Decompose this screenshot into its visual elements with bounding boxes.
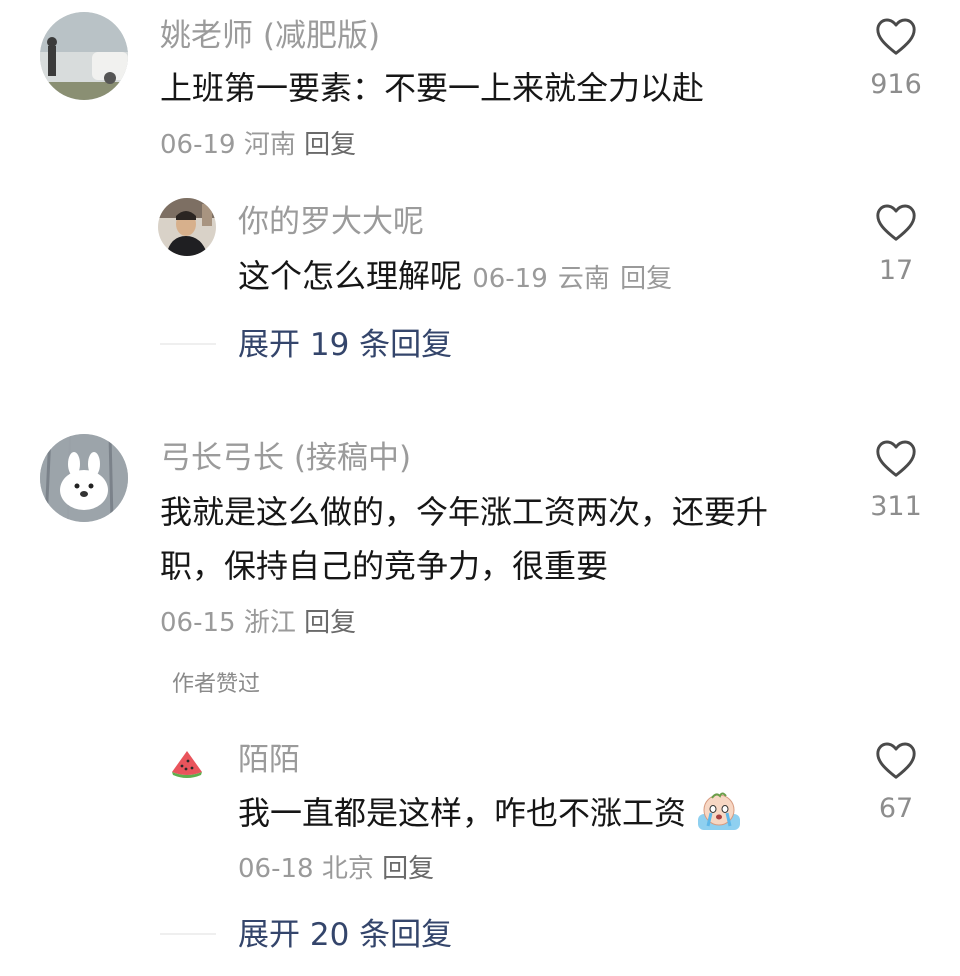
- like-count: 916: [870, 69, 922, 100]
- reply-text-row: 我一直都是这样，咋也不涨工资: [238, 790, 742, 835]
- avatar[interactable]: [40, 434, 128, 522]
- like-count: 17: [878, 255, 914, 286]
- reply-username[interactable]: 你的罗大大呢: [238, 202, 424, 242]
- like-button[interactable]: 916: [856, 16, 936, 102]
- heart-icon: [876, 440, 916, 477]
- comment-location: 河南: [243, 130, 296, 160]
- comment-date: 06-19: [160, 130, 236, 160]
- reply-text: 这个怎么理解呢: [238, 257, 463, 295]
- like-count: 311: [870, 491, 922, 522]
- heart-icon: [876, 18, 916, 55]
- like-count: 67: [878, 793, 914, 824]
- reply-date: 06-18: [238, 854, 314, 884]
- reply-button[interactable]: 回复: [304, 608, 356, 638]
- reply-button[interactable]: 回复: [382, 854, 434, 884]
- author-liked-badge: 作者赞过: [172, 672, 261, 697]
- reply-button[interactable]: 回复: [304, 130, 356, 160]
- avatar[interactable]: [158, 198, 216, 256]
- comment-location: 浙江: [243, 608, 296, 638]
- avatar[interactable]: [40, 12, 128, 100]
- reply-text-row: 这个怎么理解呢 06-19 云南 回复: [238, 254, 672, 301]
- avatar[interactable]: [170, 748, 204, 778]
- expand-replies-button[interactable]: 展开 20 条回复: [238, 915, 452, 955]
- like-button[interactable]: 67: [856, 740, 936, 826]
- divider: [160, 933, 216, 935]
- comment-username[interactable]: 姚老师 (减肥版): [160, 16, 380, 56]
- expand-replies-button[interactable]: 展开 19 条回复: [238, 325, 452, 365]
- comment-text-line-2: 职，保持自己的竞争力，很重要: [160, 547, 609, 585]
- crying-emoji-icon: [696, 790, 742, 832]
- comment-meta: 06-19 河南 回复: [160, 128, 356, 162]
- reply-text: 我一直都是这样，咋也不涨工资: [238, 794, 687, 832]
- heart-icon: [876, 204, 916, 241]
- reply-location: 北京: [321, 854, 374, 884]
- reply-username[interactable]: 陌陌: [238, 740, 300, 780]
- comment-meta: 06-15 浙江 回复: [160, 606, 356, 640]
- comment-date: 06-15: [160, 608, 236, 638]
- reply-meta: 06-18 北京 回复: [238, 852, 434, 886]
- reply-date: 06-19: [472, 264, 548, 294]
- heart-icon: [876, 742, 916, 779]
- reply-location: 云南: [557, 264, 610, 294]
- like-button[interactable]: 311: [856, 438, 936, 524]
- comment-text-line-1: 我就是这么做的，今年涨工资两次，还要升: [160, 493, 769, 531]
- divider: [160, 343, 216, 345]
- reply-button[interactable]: 回复: [620, 264, 672, 294]
- watermelon-icon: [172, 751, 202, 778]
- comment-text: 上班第一要素：不要一上来就全力以赴: [160, 69, 705, 107]
- like-button[interactable]: 17: [856, 202, 936, 288]
- comment-username[interactable]: 弓长弓长 (接稿中): [160, 438, 411, 478]
